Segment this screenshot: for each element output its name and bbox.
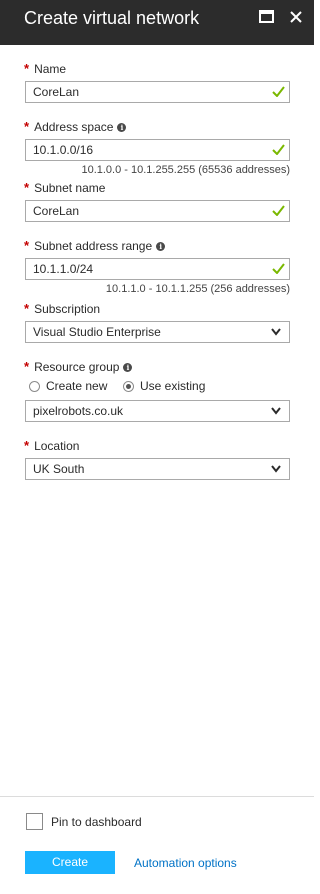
resource-group-label: * Resource group i (24, 360, 133, 374)
blade-header: Create virtual network (0, 0, 314, 45)
pin-to-dashboard-checkbox[interactable]: Pin to dashboard (26, 813, 142, 830)
info-icon[interactable]: i (123, 363, 133, 372)
location-select[interactable]: UK South (25, 458, 290, 480)
address-space-hint: 10.1.0.0 - 10.1.255.255 (65536 addresses… (81, 164, 290, 176)
subnet-range-hint: 10.1.1.0 - 10.1.1.255 (256 addresses) (105, 283, 290, 295)
location-label: * Location (24, 438, 80, 454)
valid-check-icon (272, 86, 285, 97)
required-marker: * (24, 61, 30, 76)
close-button[interactable] (289, 10, 307, 26)
create-new-radio[interactable]: Create new (29, 379, 107, 393)
subnet-range-input[interactable]: 10.1.1.0/24 (25, 258, 290, 280)
pin-label: Pin to dashboard (51, 814, 142, 829)
name-label: * Name (24, 61, 67, 77)
chevron-down-icon (271, 465, 281, 473)
subscription-label: * Subscription (24, 301, 101, 317)
info-icon[interactable]: i (117, 123, 127, 132)
radio-circle-selected (123, 380, 134, 392)
valid-check-icon (272, 144, 285, 155)
automation-options-link[interactable]: Automation options (134, 856, 237, 870)
radio-circle (29, 380, 40, 392)
blade-title: Create virtual network (24, 8, 200, 28)
subnet-range-label: * Subnet address range i (24, 239, 166, 253)
name-input[interactable]: CoreLan (25, 81, 290, 103)
chevron-down-icon (271, 328, 281, 336)
subscription-select[interactable]: Visual Studio Enterprise (25, 321, 290, 343)
maximize-button[interactable] (259, 10, 277, 26)
subnet-name-input[interactable]: CoreLan (25, 200, 290, 222)
subnet-name-label: * Subnet name (24, 180, 106, 196)
address-space-label: * Address space i (24, 120, 127, 134)
checkbox-box (26, 813, 43, 830)
use-existing-radio[interactable]: Use existing (123, 379, 205, 393)
close-icon (290, 11, 302, 23)
create-button[interactable]: Create (25, 851, 115, 874)
resource-group-select[interactable]: pixelrobots.co.uk (25, 400, 290, 422)
info-icon[interactable]: i (156, 242, 166, 251)
valid-check-icon (272, 263, 285, 274)
maximize-icon (259, 10, 274, 23)
footer-divider (0, 796, 314, 797)
address-space-input[interactable]: 10.1.0.0/16 (25, 139, 290, 161)
chevron-down-icon (271, 407, 281, 415)
valid-check-icon (272, 205, 285, 216)
